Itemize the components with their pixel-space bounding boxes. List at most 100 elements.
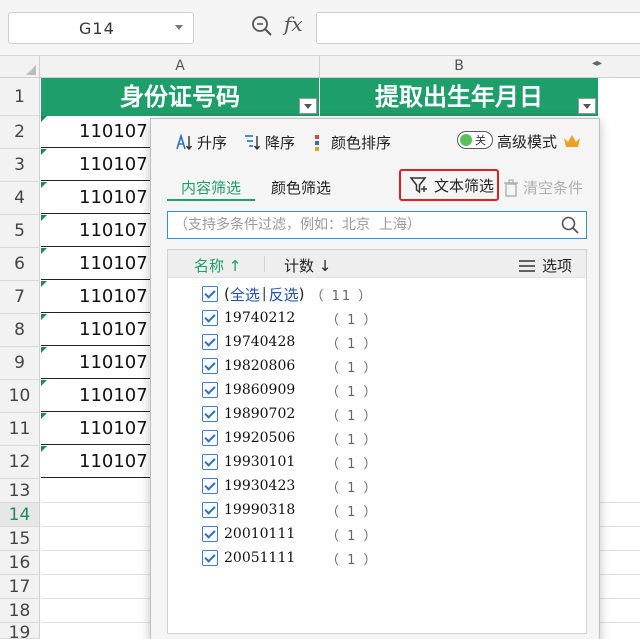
row-header-19[interactable]: 19 xyxy=(0,623,40,639)
row-header-10[interactable]: 10 xyxy=(0,380,40,413)
item-count: （ 1 ） xyxy=(326,312,379,328)
cell-value: 110107 xyxy=(79,319,148,340)
cell-a10[interactable]: 110107 xyxy=(41,380,151,412)
row-header-13[interactable]: 13 xyxy=(0,479,40,503)
row-header-18[interactable]: 18 xyxy=(0,599,40,623)
row-header-3[interactable]: 3 xyxy=(0,149,40,182)
header-cell-id-number[interactable]: 身份证号码 xyxy=(41,78,319,116)
row-header-14[interactable]: 14 xyxy=(0,503,40,527)
header-separator xyxy=(264,256,265,272)
item-checkbox[interactable] xyxy=(202,550,218,566)
filter-search-input[interactable] xyxy=(174,215,554,235)
select-all-corner[interactable] xyxy=(0,56,40,78)
item-checkbox[interactable] xyxy=(202,310,218,326)
list-item[interactable]: 19740212 （ 1 ） xyxy=(202,308,379,328)
row-header-7[interactable]: 7 xyxy=(0,281,40,314)
item-checkbox[interactable] xyxy=(202,502,218,518)
sort-by-count-button[interactable]: 计数 ↓ xyxy=(284,255,331,276)
trash-icon xyxy=(504,178,518,197)
item-checkbox[interactable] xyxy=(202,430,218,446)
select-all-link[interactable]: 全选 xyxy=(230,284,260,305)
cell-a7[interactable]: 110107 xyxy=(41,281,151,313)
row-header-11[interactable]: 11 xyxy=(0,413,40,446)
row-header-5[interactable]: 5 xyxy=(0,215,40,248)
cell-value: 110107 xyxy=(79,352,148,373)
column-header-a[interactable]: A xyxy=(41,58,319,74)
cell-value: 110107 xyxy=(79,187,148,208)
options-button[interactable]: 选项 xyxy=(518,255,572,276)
cell-a8[interactable]: 110107 xyxy=(41,314,151,346)
cell-a11[interactable]: 110107 xyxy=(41,413,151,445)
row-header-17[interactable]: 17 xyxy=(0,575,40,599)
filter-dropdown-button[interactable] xyxy=(578,98,596,114)
function-icon[interactable]: fx xyxy=(284,12,303,36)
row-header-8[interactable]: 8 xyxy=(0,314,40,347)
filter-dropdown-button[interactable] xyxy=(299,98,317,114)
sort-ascending-button[interactable]: 升序 xyxy=(173,131,227,153)
item-checkbox[interactable] xyxy=(202,454,218,470)
row-header-15[interactable]: 15 xyxy=(0,527,40,551)
cell-a6[interactable]: 110107 xyxy=(41,248,151,280)
column-resize-icon[interactable]: ◂▸ xyxy=(592,58,602,69)
list-item[interactable]: 19820806 （ 1 ） xyxy=(202,356,379,376)
list-item[interactable]: 20010111 （ 1 ） xyxy=(202,524,379,544)
row-header-12[interactable]: 12 xyxy=(0,446,40,479)
clear-conditions-button[interactable]: 清空条件 xyxy=(503,177,583,198)
list-item[interactable]: 19990318 （ 1 ） xyxy=(202,500,379,520)
cell-a3[interactable]: 110107 xyxy=(41,149,151,181)
zoom-search-icon[interactable] xyxy=(250,14,274,42)
list-item[interactable]: 19930101 （ 1 ） xyxy=(202,452,379,472)
cell-value: 110107 xyxy=(79,121,148,142)
row-header-2[interactable]: 2 xyxy=(0,116,40,149)
advanced-mode-toggle[interactable]: 关 xyxy=(457,131,493,149)
list-item[interactable]: 19740428 （ 1 ） xyxy=(202,332,379,352)
item-label: 19990318 xyxy=(224,502,296,518)
list-item[interactable]: 19890702 （ 1 ） xyxy=(202,404,379,424)
column-header-b[interactable]: B xyxy=(320,58,598,74)
item-checkbox[interactable] xyxy=(202,406,218,422)
item-checkbox[interactable] xyxy=(202,358,218,374)
text-filter-button[interactable]: 文本筛选 xyxy=(399,169,499,201)
name-box[interactable]: G14 xyxy=(8,12,194,44)
row-header-16[interactable]: 16 xyxy=(0,551,40,575)
tab-content-filter[interactable]: 内容筛选 xyxy=(181,177,241,198)
error-indicator-icon xyxy=(41,413,47,419)
search-icon[interactable] xyxy=(560,215,580,239)
sort-by-name-button[interactable]: 名称 ↑ xyxy=(194,255,241,276)
row-header-1[interactable]: 1 xyxy=(0,78,40,116)
list-item[interactable]: 20051111 （ 1 ） xyxy=(202,548,379,568)
select-all-checkbox[interactable] xyxy=(202,286,218,302)
cell-a5[interactable]: 110107 xyxy=(41,215,151,247)
cell-a4[interactable]: 110107 xyxy=(41,182,151,214)
select-all-row[interactable]: (全选 | 反选) （ 11 ） xyxy=(202,284,373,304)
filter-search-box[interactable] xyxy=(167,211,587,239)
list-item[interactable]: 19860909 （ 1 ） xyxy=(202,380,379,400)
cell-a12[interactable]: 110107 xyxy=(41,446,151,478)
row-header-4[interactable]: 4 xyxy=(0,182,40,215)
cell-a2[interactable]: 110107 xyxy=(41,116,151,148)
list-item[interactable]: 19930423 （ 1 ） xyxy=(202,476,379,496)
item-checkbox[interactable] xyxy=(202,382,218,398)
sort-ascending-label: 升序 xyxy=(197,133,228,152)
column-header-row: A B ◂▸ xyxy=(0,56,640,78)
invert-selection-link[interactable]: 反选 xyxy=(269,284,299,305)
row-header-6[interactable]: 6 xyxy=(0,248,40,281)
header-cell-birthdate[interactable]: 提取出生年月日 xyxy=(320,78,598,116)
item-checkbox[interactable] xyxy=(202,334,218,350)
tab-color-filter[interactable]: 颜色筛选 xyxy=(271,177,331,198)
cell-value: 110107 xyxy=(79,253,148,274)
color-sort-button[interactable]: 颜色排序 xyxy=(313,131,391,153)
item-count: （ 1 ） xyxy=(326,336,379,352)
item-checkbox[interactable] xyxy=(202,526,218,542)
item-checkbox[interactable] xyxy=(202,478,218,494)
error-indicator-icon xyxy=(41,347,47,353)
active-tab-underline xyxy=(167,199,255,201)
item-label: 20051111 xyxy=(224,550,296,566)
item-count: （ 1 ） xyxy=(326,384,379,400)
formula-input[interactable] xyxy=(316,12,640,44)
row-header-9[interactable]: 9 xyxy=(0,347,40,380)
sort-descending-button[interactable]: 降序 xyxy=(241,131,295,153)
list-item[interactable]: 19920506 （ 1 ） xyxy=(202,428,379,448)
cell-a9[interactable]: 110107 xyxy=(41,347,151,379)
chevron-down-icon[interactable] xyxy=(175,25,183,30)
